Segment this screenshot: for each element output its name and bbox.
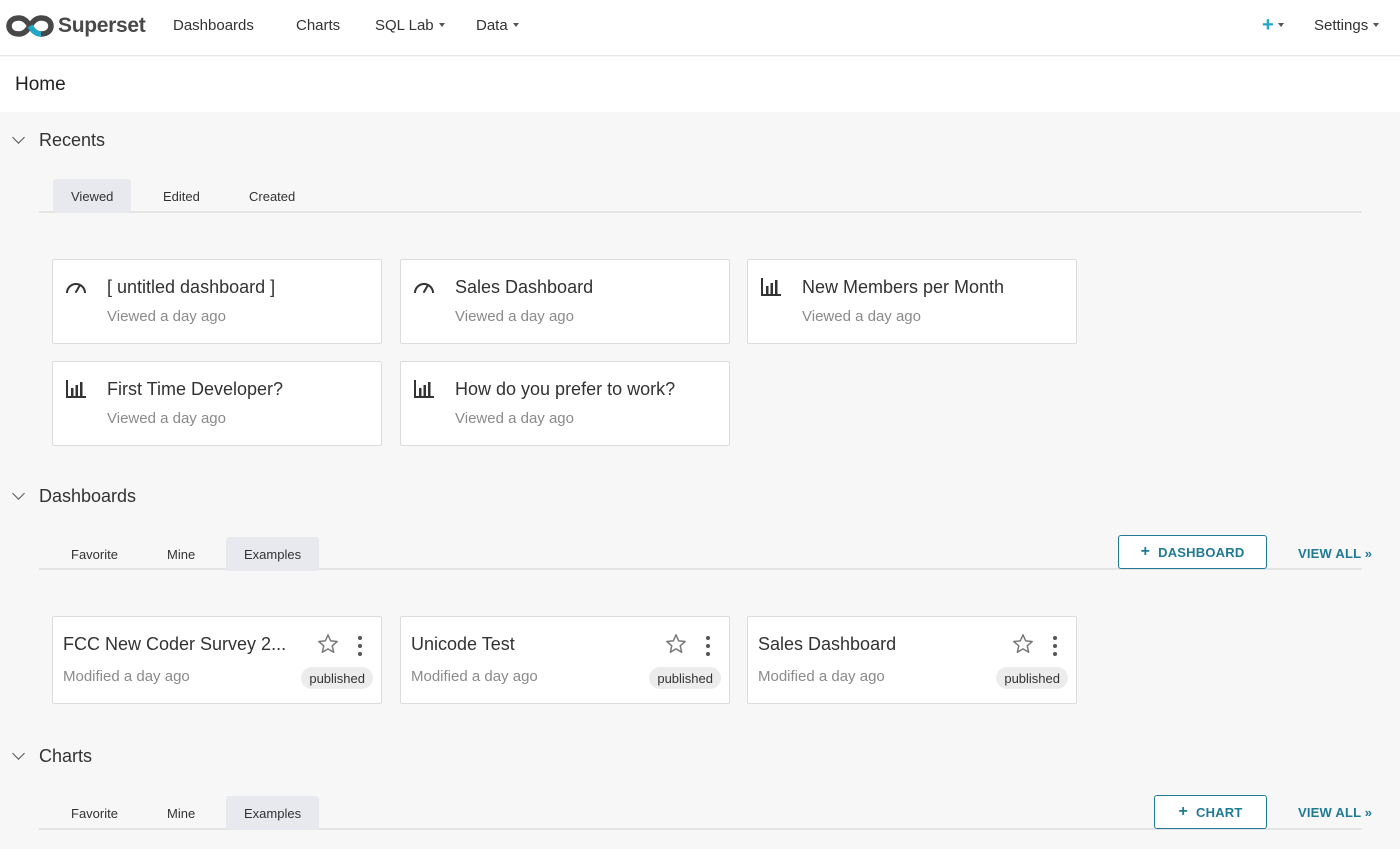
recent-card[interactable]: How do you prefer to work? Viewed a day … <box>400 361 730 446</box>
nav-charts[interactable]: Charts <box>296 17 340 34</box>
tab-edited[interactable]: Edited <box>145 179 218 213</box>
top-navbar: Superset Dashboards Charts SQL Lab Data … <box>0 0 1400 56</box>
star-icon[interactable] <box>317 633 339 655</box>
add-chart-button[interactable]: + CHART <box>1154 795 1267 829</box>
superset-logo-icon <box>6 15 54 37</box>
charts-title: Charts <box>39 746 93 766</box>
status-badge: published <box>649 667 721 689</box>
star-icon[interactable] <box>665 633 687 655</box>
recent-card[interactable]: [ untitled dashboard ] Viewed a day ago <box>52 259 382 344</box>
dashboard-card-title: Unicode Test <box>411 634 515 654</box>
recent-card-title: Sales Dashboard <box>455 277 594 297</box>
plus-icon: + <box>1178 803 1189 820</box>
chevron-down-icon <box>12 747 25 760</box>
dashboard-gauge-icon <box>414 283 434 294</box>
add-chart-label: CHART <box>1196 804 1243 820</box>
recent-card-title: First Time Developer? <box>107 379 284 399</box>
recent-card-subtitle: Viewed a day ago <box>107 410 226 427</box>
bar-chart-icon <box>761 278 781 296</box>
dashboard-card[interactable]: Sales Dashboard Modified a day ago publi… <box>747 616 1077 704</box>
tab-favorite[interactable]: Favorite <box>53 796 136 830</box>
recent-card[interactable]: Sales Dashboard Viewed a day ago <box>400 259 730 344</box>
bar-chart-icon <box>66 380 86 398</box>
recent-card[interactable]: First Time Developer? Viewed a day ago <box>52 361 382 446</box>
recent-card-title: New Members per Month <box>802 277 1005 297</box>
dashboard-card-subtitle: Modified a day ago <box>411 668 538 685</box>
recent-card-title: How do you prefer to work? <box>455 379 676 399</box>
caret-down-icon <box>438 23 445 28</box>
charts-view-all-link[interactable]: VIEW ALL » <box>1298 805 1372 820</box>
recent-card-title: [ untitled dashboard ] <box>107 277 276 297</box>
more-options-icon[interactable] <box>1048 635 1062 657</box>
chevron-down-icon <box>12 487 25 500</box>
plus-icon: + <box>1140 543 1151 560</box>
nav-data[interactable]: Data <box>476 17 519 34</box>
nav-sql-lab-label: SQL Lab <box>375 17 434 34</box>
tab-created[interactable]: Created <box>231 179 313 213</box>
dashboard-card-subtitle: Modified a day ago <box>758 668 885 685</box>
tab-favorite[interactable]: Favorite <box>53 537 136 571</box>
new-item-menu[interactable]: + <box>1262 14 1284 37</box>
status-badge: published <box>996 667 1068 689</box>
recents-tabs: Viewed Edited Created <box>39 175 1362 213</box>
add-dashboard-button[interactable]: + DASHBOARD <box>1118 535 1267 569</box>
page-title: Home <box>15 74 66 95</box>
nav-dashboards[interactable]: Dashboards <box>173 17 254 34</box>
nav-settings-label: Settings <box>1314 17 1369 34</box>
dashboards-view-all-link[interactable]: VIEW ALL » <box>1298 546 1372 561</box>
caret-down-icon <box>1373 23 1380 28</box>
brand-name: Superset <box>58 14 146 37</box>
caret-down-icon <box>1277 22 1284 27</box>
bar-chart-icon <box>414 380 434 398</box>
more-options-icon[interactable] <box>353 635 367 657</box>
nav-settings[interactable]: Settings <box>1314 17 1380 34</box>
recents-title: Recents <box>39 130 106 150</box>
tab-examples[interactable]: Examples <box>226 796 320 830</box>
tab-viewed[interactable]: Viewed <box>53 179 132 213</box>
recent-card-subtitle: Viewed a day ago <box>455 410 574 427</box>
dashboard-gauge-icon <box>66 283 86 294</box>
plus-icon: + <box>1262 14 1274 36</box>
recent-card-subtitle: Viewed a day ago <box>802 308 921 325</box>
more-options-icon[interactable] <box>701 635 715 657</box>
nav-sql-lab[interactable]: SQL Lab <box>375 17 445 34</box>
tab-mine[interactable]: Mine <box>149 796 213 830</box>
dashboard-card-title: FCC New Coder Survey 2... <box>63 634 287 654</box>
dashboard-card-subtitle: Modified a day ago <box>63 668 190 685</box>
recent-card[interactable]: New Members per Month Viewed a day ago <box>747 259 1077 344</box>
caret-down-icon <box>512 23 519 28</box>
dashboard-card-title: Sales Dashboard <box>758 634 897 654</box>
recent-card-subtitle: Viewed a day ago <box>107 308 226 325</box>
chevron-down-icon <box>12 131 25 144</box>
star-icon[interactable] <box>1012 633 1034 655</box>
page-header: Home <box>0 57 1400 112</box>
tab-mine[interactable]: Mine <box>149 537 213 571</box>
recent-card-subtitle: Viewed a day ago <box>455 308 574 325</box>
dashboard-card[interactable]: Unicode Test Modified a day ago publishe… <box>400 616 730 704</box>
superset-logo[interactable]: Superset <box>6 12 146 40</box>
tab-examples[interactable]: Examples <box>226 537 320 571</box>
add-dashboard-label: DASHBOARD <box>1158 544 1245 560</box>
dashboard-card[interactable]: FCC New Coder Survey 2... Modified a day… <box>52 616 382 704</box>
dashboards-title: Dashboards <box>39 486 137 506</box>
status-badge: published <box>301 667 373 689</box>
nav-data-label: Data <box>476 17 508 34</box>
